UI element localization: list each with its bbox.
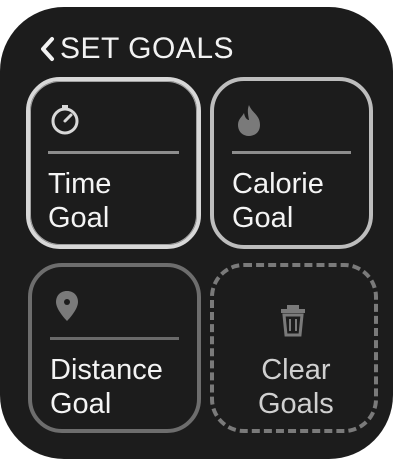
time-goal-button[interactable]: Time Goal <box>26 77 201 249</box>
tile-divider <box>232 151 351 154</box>
page-title: SET GOALS <box>60 32 235 65</box>
watch-screen: SET GOALS Time Goal Calorie Goal Distanc… <box>0 7 393 459</box>
header: SET GOALS <box>38 29 234 69</box>
tile-label-line1: Clear <box>261 354 331 386</box>
clear-goals-button[interactable]: Clear Goals <box>210 263 378 433</box>
trash-icon <box>281 305 305 337</box>
tile-label-line2: Goal <box>50 388 112 420</box>
distance-goal-button[interactable]: Distance Goal <box>28 263 201 433</box>
tile-divider <box>50 337 179 340</box>
tile-label: Time Goal <box>48 167 111 235</box>
tile-divider <box>48 151 179 154</box>
stopwatch-icon <box>51 105 79 135</box>
flame-icon <box>238 105 260 136</box>
tile-label-line2: Goals <box>258 388 334 420</box>
tile-label-line1: Calorie <box>232 168 324 200</box>
tile-label: Distance Goal <box>50 353 163 421</box>
chevron-left-icon[interactable] <box>38 35 56 63</box>
tile-label-line1: Time <box>48 168 112 200</box>
tile-label-line1: Distance <box>50 354 163 386</box>
tile-label-line2: Goal <box>48 202 110 234</box>
tile-label: Clear Goals <box>258 353 334 421</box>
tile-label-line2: Goal <box>232 202 294 234</box>
calorie-goal-button[interactable]: Calorie Goal <box>210 77 373 249</box>
location-pin-icon <box>56 291 78 321</box>
tile-label: Calorie Goal <box>232 167 324 235</box>
